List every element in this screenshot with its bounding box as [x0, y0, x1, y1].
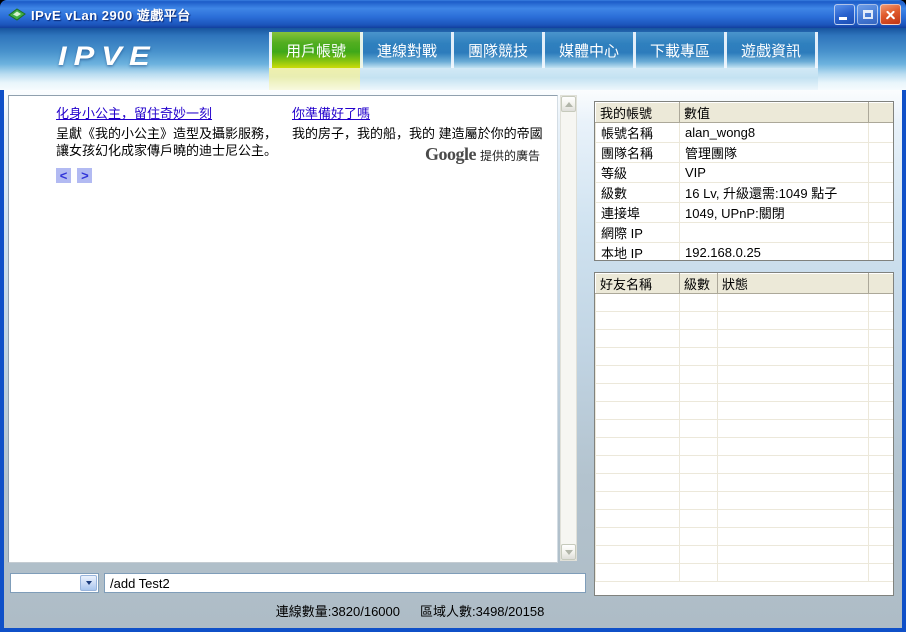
- ad-panel: 化身小公主，留住奇妙一刻 呈獻《我的小公主》造型及攝影服務， 讓女孩幻化成家傳戶…: [8, 95, 558, 563]
- table-row: [595, 527, 893, 546]
- table-row: 本地 IP 192.168.0.25: [595, 242, 893, 260]
- table-row: [595, 401, 893, 420]
- table-row: 團隊名稱 管理團隊: [595, 142, 893, 163]
- close-button[interactable]: [880, 4, 901, 25]
- ad-link-1[interactable]: 化身小公主，留住奇妙一刻: [56, 103, 212, 122]
- table-row: 級數 16 Lv, 升級還需:1049 點子: [595, 182, 893, 203]
- arrow-down-icon: [564, 549, 573, 555]
- command-input[interactable]: [104, 573, 586, 593]
- maximize-icon: [863, 10, 873, 19]
- table-row: [595, 419, 893, 438]
- tab-label: 用戶帳號: [285, 42, 346, 60]
- ad-link-2[interactable]: 你準備好了嗎: [292, 103, 370, 122]
- column-header-account[interactable]: 我的帳號: [595, 102, 680, 123]
- tab-game-info[interactable]: 遊戲資訊: [724, 32, 818, 90]
- table-row: [595, 455, 893, 474]
- table-row: [595, 509, 893, 528]
- window-controls: [834, 4, 901, 25]
- tab-label: 下載專區: [649, 42, 710, 60]
- tab-media-center[interactable]: 媒體中心: [542, 32, 636, 90]
- arrow-up-icon: [564, 101, 573, 107]
- friends-table-header: 好友名稱 級數 狀態: [595, 273, 893, 294]
- banner: IPVE 用戶帳號 連線對戰 團隊競技 媒體中心 下載專區 遊戲資訊: [0, 28, 906, 90]
- tab-label: 遊戲資訊: [740, 42, 801, 60]
- ad-body-2: 我的房子，我的船，我的 建造屬於你的帝國: [292, 126, 543, 141]
- tab-label: 團隊競技: [467, 42, 528, 60]
- table-row: [595, 347, 893, 366]
- column-header-status[interactable]: 狀態: [717, 273, 869, 294]
- status-bar: 連線數量:3820/16000 區域人數:3498/20158: [4, 593, 816, 628]
- ad-pager: < >: [56, 167, 289, 185]
- column-header-spacer[interactable]: [868, 102, 893, 123]
- table-row: [595, 329, 893, 348]
- table-row: 帳號名稱 alan_wong8: [595, 122, 893, 143]
- table-row: [595, 365, 893, 384]
- tab-download-zone[interactable]: 下載專區: [633, 32, 727, 90]
- column-header-friend-name[interactable]: 好友名稱: [595, 273, 680, 294]
- ad-block-1: 化身小公主，留住奇妙一刻 呈獻《我的小公主》造型及攝影服務， 讓女孩幻化成家傳戶…: [56, 103, 289, 185]
- client-area: 化身小公主，留住奇妙一刻 呈獻《我的小公主》造型及攝影服務， 讓女孩幻化成家傳戶…: [4, 90, 902, 628]
- table-row: 連接埠 1049, UPnP:關閉: [595, 202, 893, 223]
- maximize-button[interactable]: [857, 4, 878, 25]
- title-bar[interactable]: IPvE vLan 2900 遊戲平台: [0, 0, 906, 28]
- column-header-value[interactable]: 數值: [679, 102, 869, 123]
- chevron-down-icon: [85, 581, 92, 585]
- connection-count: 連線數量:3820/16000: [275, 604, 400, 619]
- tab-user-account[interactable]: 用戶帳號: [269, 32, 363, 90]
- table-row: [595, 491, 893, 510]
- ad-panel-scrollbar[interactable]: [560, 95, 577, 561]
- tab-label: 媒體中心: [558, 42, 619, 60]
- table-row: 網際 IP: [595, 222, 893, 243]
- account-table-header: 我的帳號 數值: [595, 102, 893, 123]
- minimize-button[interactable]: [834, 4, 855, 25]
- table-row: [595, 437, 893, 456]
- ad-body-1: 呈獻《我的小公主》造型及攝影服務， 讓女孩幻化成家傳戶曉的迪士尼公主。: [56, 126, 278, 158]
- friends-table: 好友名稱 級數 狀態: [594, 272, 894, 596]
- ads-next-button[interactable]: >: [77, 168, 93, 184]
- app-window: IPvE vLan 2900 遊戲平台 IPVE 用戶帳號 連線對戰 團隊競技 …: [0, 0, 906, 632]
- command-combobox[interactable]: [10, 573, 99, 593]
- table-row: 等級 VIP: [595, 162, 893, 183]
- tab-label: 連線對戰: [376, 42, 437, 60]
- combo-dropdown-button[interactable]: [80, 575, 97, 591]
- window-title: IPvE vLan 2900 遊戲平台: [31, 7, 191, 23]
- table-row: [595, 473, 893, 492]
- column-header-level[interactable]: 級數: [679, 273, 718, 294]
- table-row: [595, 311, 893, 330]
- account-table: 我的帳號 數值 帳號名稱 alan_wong8 團隊名稱 管理團隊 等級 VIP 級數…: [594, 101, 894, 261]
- table-row: [595, 293, 893, 312]
- column-header-spacer[interactable]: [868, 273, 893, 294]
- ad-block-2: 你準備好了嗎 我的房子，我的船，我的 建造屬於你的帝國: [292, 103, 544, 143]
- google-logo: Google: [425, 144, 477, 164]
- scroll-up-button[interactable]: [561, 96, 576, 112]
- tab-online-battle[interactable]: 連線對戰: [360, 32, 454, 90]
- local-user-count: 區域人數:3498/20158: [420, 604, 545, 619]
- scroll-down-button[interactable]: [561, 544, 576, 560]
- google-ads-attribution[interactable]: Google 提供的廣告: [425, 144, 540, 165]
- table-row: [595, 563, 893, 582]
- table-row: [595, 545, 893, 564]
- table-row: [595, 383, 893, 402]
- minimize-icon: [839, 17, 847, 20]
- app-icon: [8, 7, 26, 21]
- nav-tabs: 用戶帳號 連線對戰 團隊競技 媒體中心 下載專區 遊戲資訊: [269, 32, 818, 90]
- ads-prev-button[interactable]: <: [56, 168, 71, 184]
- tab-team-competition[interactable]: 團隊競技: [451, 32, 545, 90]
- attribution-label: 提供的廣告: [480, 149, 541, 163]
- brand-logo: IPVE: [58, 40, 157, 71]
